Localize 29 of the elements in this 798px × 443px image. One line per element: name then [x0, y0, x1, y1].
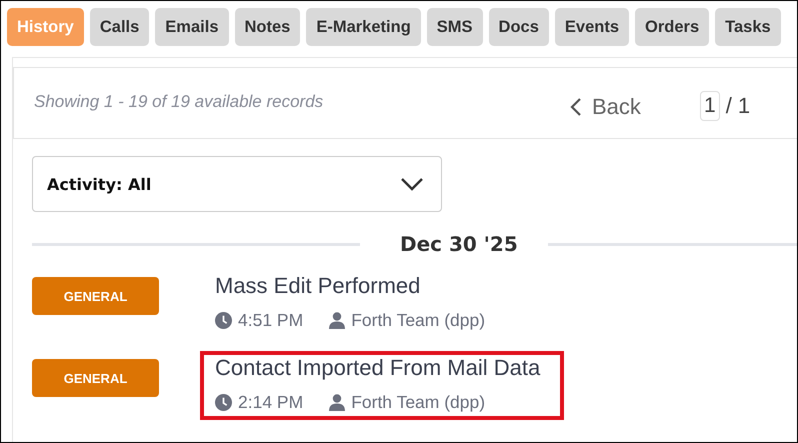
tab[interactable]: Events [554, 8, 630, 46]
records-summary: Showing 1 - 19 of 19 available records [34, 92, 324, 112]
tab[interactable]: Calls [90, 8, 150, 46]
entry-user: Forth Team (dpp) [351, 310, 486, 331]
entry-time: 2:14 PM [238, 392, 304, 413]
clock-icon [215, 394, 232, 411]
entry-time: 4:51 PM [238, 310, 304, 331]
person-icon [329, 312, 346, 329]
tab[interactable]: Orders [635, 8, 710, 46]
category-badge: GENERAL [32, 359, 159, 397]
tab[interactable]: E-Marketing [306, 8, 421, 46]
chevron-down-icon [400, 177, 424, 191]
entry-title: Mass Edit Performed [215, 273, 422, 299]
tab[interactable]: Notes [234, 8, 300, 46]
tab[interactable]: Docs [488, 8, 549, 46]
activity-dropdown[interactable]: Activity: All [32, 156, 442, 212]
tab[interactable]: Emails [155, 8, 228, 46]
clock-icon [215, 312, 232, 329]
page-total: / 1 [726, 93, 750, 119]
page-number-field[interactable]: 1 [700, 91, 720, 121]
entry-user: Forth Team (dpp) [351, 392, 486, 413]
tab[interactable]: Tasks [715, 8, 781, 46]
tab[interactable]: SMS [426, 8, 483, 46]
date-heading: Dec 30 '25 [399, 232, 519, 256]
chevron-left-icon [570, 97, 582, 117]
category-badge: GENERAL [32, 277, 159, 315]
entry-title: Contact Imported From Mail Data [215, 355, 540, 381]
person-icon [329, 394, 346, 411]
back-button[interactable]: Back [570, 94, 700, 120]
